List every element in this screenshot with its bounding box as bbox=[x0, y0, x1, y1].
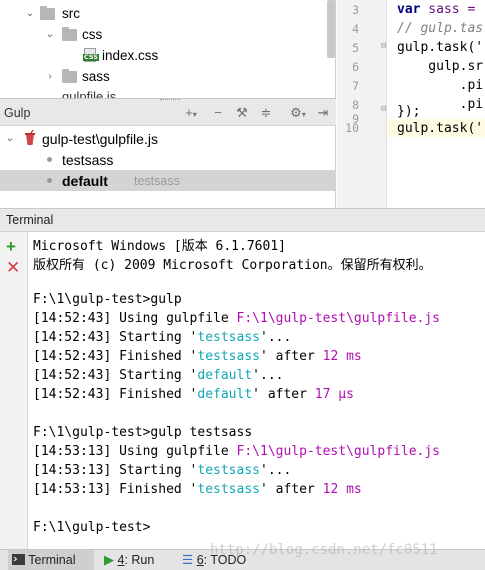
resize-grip[interactable] bbox=[160, 99, 180, 103]
terminal-line: [14:52:43] Starting 'testsass'... bbox=[33, 330, 292, 345]
code-line-4: // gulp.tas bbox=[397, 21, 484, 36]
terminal-output[interactable]: Microsoft Windows [版本 6.1.7601] 版权所有 (c)… bbox=[28, 232, 485, 549]
chevron-down-icon[interactable]: ⌄ bbox=[24, 8, 36, 19]
plus-icon[interactable]: + bbox=[6, 238, 16, 255]
gulp-panel: Gulp +▾ − ⚒ ≑ ⚙▾ ⇥ ⌄ gulp-test\gulpfile.… bbox=[0, 98, 336, 208]
line-number: 7 bbox=[352, 79, 359, 93]
tree-item-src[interactable]: ⌄ src bbox=[0, 3, 335, 24]
shortcut-number: 6 bbox=[196, 553, 204, 567]
terminal-toolbar: + ✕ bbox=[0, 232, 28, 549]
code-line-6: gulp.sr bbox=[397, 59, 484, 74]
gulp-panel-header: Gulp +▾ − ⚒ ≑ ⚙▾ ⇥ bbox=[0, 98, 336, 126]
gulpfile-node[interactable]: ⌄ gulp-test\gulpfile.js bbox=[0, 128, 336, 149]
folder-icon bbox=[40, 6, 55, 20]
code-line-9: }); bbox=[397, 104, 421, 119]
terminal-icon bbox=[12, 554, 25, 565]
chevron-down-icon[interactable]: ⌄ bbox=[44, 29, 56, 40]
terminal-line: [14:52:43] Using gulpfile F:\1\gulp-test… bbox=[33, 311, 441, 326]
tree-item-sass[interactable]: › sass bbox=[0, 66, 335, 87]
hide-panel-icon[interactable]: ⇥ bbox=[316, 104, 330, 122]
code-line-10: gulp.task(' bbox=[397, 121, 484, 136]
line-number: 4 bbox=[352, 22, 359, 36]
tool-tab-terminal[interactable]: Terminal bbox=[8, 550, 94, 570]
terminal-header: Terminal bbox=[0, 208, 485, 232]
play-icon: ▶ bbox=[104, 552, 114, 567]
terminal-line: [14:53:13] Starting 'testsass'... bbox=[33, 463, 292, 478]
code-editor[interactable]: 3 4 5 6 7 8 9 10 ⊟ ⊟ var sass = // gulp.… bbox=[337, 0, 485, 208]
tree-item-label: index.css bbox=[102, 48, 159, 63]
tree-item-index-css[interactable]: CSS index.css bbox=[0, 45, 335, 66]
tool-tab-label: : Run bbox=[124, 553, 155, 567]
tree-item-label: sass bbox=[82, 69, 110, 84]
terminal-line: [14:53:13] Finished 'testsass' after 12 … bbox=[33, 482, 362, 497]
chevron-down-icon[interactable]: ⌄ bbox=[4, 133, 16, 144]
terminal-prompt: F:\1\gulp-test>gulp testsass bbox=[33, 425, 253, 440]
gulp-task-testsass[interactable]: testsass bbox=[0, 149, 336, 170]
fold-marker-icon[interactable]: ⊟ bbox=[381, 104, 386, 114]
folder-icon bbox=[62, 69, 77, 83]
gulp-task-default[interactable]: default testsass bbox=[0, 170, 336, 191]
line-number: 8 bbox=[352, 98, 359, 112]
scrollbar-thumb[interactable] bbox=[327, 0, 335, 58]
add-gulpfile-button[interactable]: +▾ bbox=[180, 104, 202, 122]
task-icon bbox=[47, 157, 52, 162]
css-file-icon: CSS bbox=[83, 48, 99, 62]
tree-item-label: src bbox=[62, 6, 80, 21]
gulpfile-path: gulp-test\gulpfile.js bbox=[42, 130, 158, 147]
collapse-all-icon[interactable]: ≑ bbox=[258, 104, 274, 122]
task-icon bbox=[47, 178, 52, 183]
terminal-prompt: F:\1\gulp-test> bbox=[33, 520, 151, 535]
task-name: testsass bbox=[62, 151, 114, 168]
tree-item-gulpfile[interactable]: gulpfile.js bbox=[62, 89, 162, 98]
terminal-line: Microsoft Windows [版本 6.1.7601] bbox=[33, 239, 286, 254]
code-line-5: gulp.task(' bbox=[397, 40, 484, 55]
code-line-7: .pi bbox=[397, 78, 484, 93]
line-number: 6 bbox=[352, 60, 359, 74]
folder-icon bbox=[62, 27, 77, 41]
task-name: default bbox=[62, 172, 108, 189]
tool-tab-label: Terminal bbox=[28, 553, 76, 567]
terminal-line: [14:52:43] Starting 'default'... bbox=[33, 368, 284, 383]
gear-icon[interactable]: ⚙▾ bbox=[286, 104, 310, 122]
tree-item-label: css bbox=[82, 27, 103, 42]
gulp-cup-icon bbox=[25, 130, 35, 145]
task-dependency-hint: testsass bbox=[134, 173, 180, 188]
terminal-line: [14:53:13] Using gulpfile F:\1\gulp-test… bbox=[33, 444, 441, 459]
code-line-3: var sass = bbox=[397, 2, 483, 17]
line-number: 10 bbox=[345, 121, 359, 135]
tree-item-label: gulpfile.js bbox=[62, 89, 117, 98]
code-text: sass = bbox=[420, 2, 484, 17]
todo-icon: ☰ bbox=[182, 553, 194, 567]
terminal-line: [14:52:43] Finished 'default' after 17 μ… bbox=[33, 387, 354, 402]
line-number: 3 bbox=[352, 3, 359, 17]
terminal-title: Terminal bbox=[6, 213, 54, 227]
terminal-line: [14:52:43] Finished 'testsass' after 12 … bbox=[33, 349, 362, 364]
close-icon[interactable]: ✕ bbox=[6, 259, 20, 276]
watermark: http://blog.csdn.net/fc0511 bbox=[210, 542, 438, 558]
project-tree: ⌄ src ⌄ css CSS index.css › sass gulpfil… bbox=[0, 0, 336, 98]
tool-tab-run[interactable]: ▶ 4: Run bbox=[104, 550, 154, 570]
line-number: 5 bbox=[352, 41, 359, 55]
editor-gutter: 3 4 5 6 7 8 9 10 ⊟ ⊟ bbox=[337, 0, 387, 208]
chevron-right-icon[interactable]: › bbox=[44, 71, 56, 82]
gulp-panel-title: Gulp bbox=[4, 106, 31, 120]
code-keyword: var bbox=[397, 2, 421, 17]
fold-marker-icon[interactable]: ⊟ bbox=[381, 41, 386, 51]
wrench-icon[interactable]: ⚒ bbox=[234, 104, 250, 122]
terminal-line: 版权所有 (c) 2009 Microsoft Corporation。保留所有… bbox=[33, 258, 432, 273]
remove-button[interactable]: − bbox=[210, 104, 226, 122]
terminal-prompt: F:\1\gulp-test>gulp bbox=[33, 292, 182, 307]
tree-item-css[interactable]: ⌄ css bbox=[0, 24, 335, 45]
